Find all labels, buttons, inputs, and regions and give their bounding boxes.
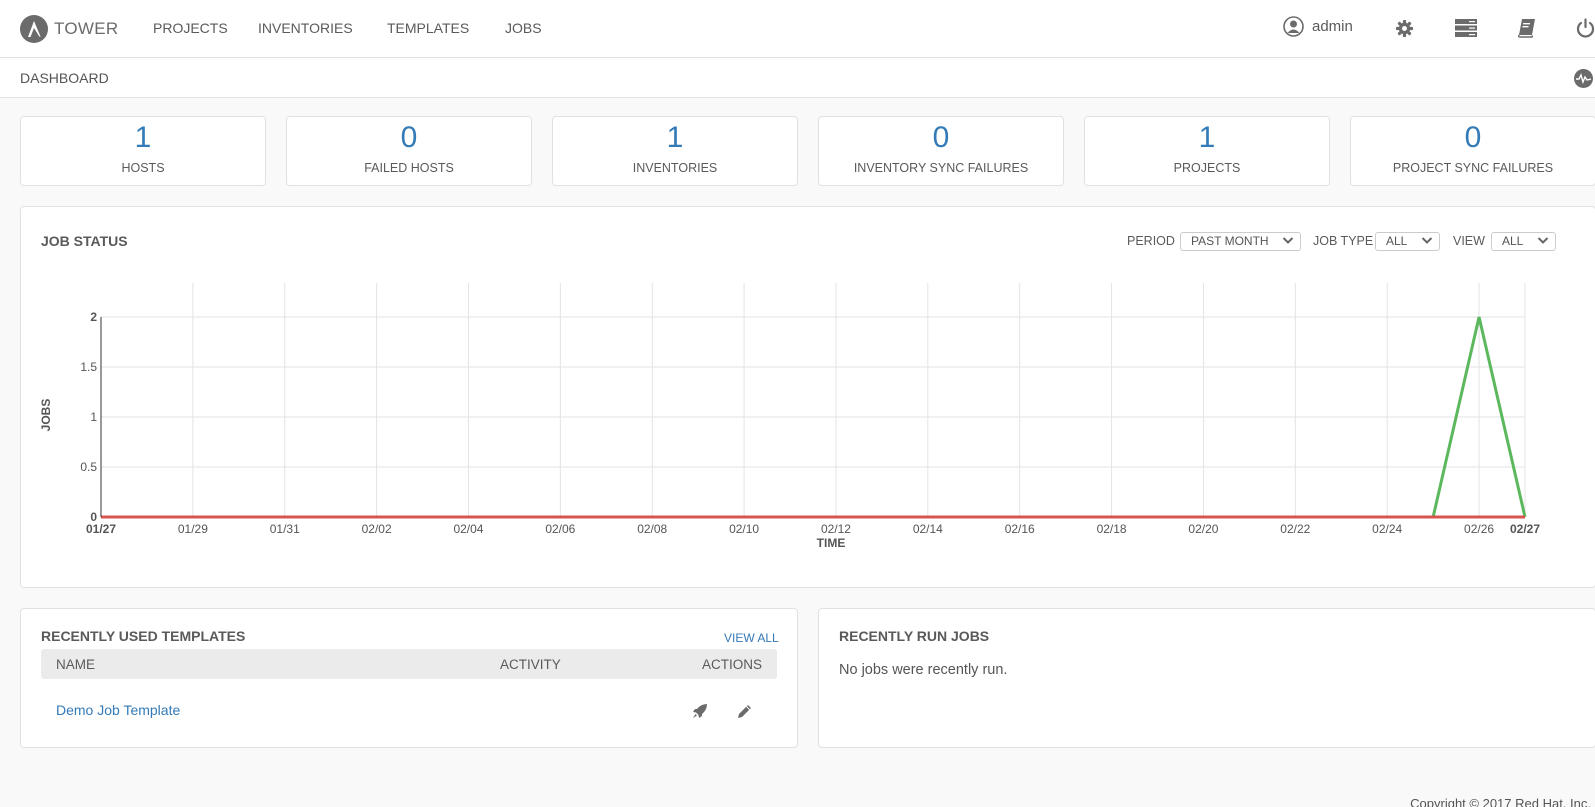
instance-groups-button[interactable] (1455, 19, 1477, 37)
x-tick-label: 02/02 (362, 522, 392, 536)
x-tick-label: 02/08 (637, 522, 667, 536)
view-select[interactable]: ALL (1491, 232, 1556, 251)
count-label: INVENTORY SYNC FAILURES (853, 161, 1029, 175)
x-tick-label: 02/22 (1280, 522, 1310, 536)
chevron-down-icon (1282, 237, 1294, 244)
count-label: HOSTS (121, 161, 165, 175)
edit-pencil-icon[interactable] (737, 704, 752, 719)
x-tick-label: 02/20 (1188, 522, 1218, 536)
job-status-chart: 00.511.5201/27 01/29 01/31 02/02 02/04 02/06 0… (39, 283, 1540, 550)
chart-grid (101, 283, 1526, 518)
x-axis-label: TIME (817, 536, 846, 550)
nav-inventories[interactable]: INVENTORIES (258, 20, 353, 36)
count-value: 1 (1198, 121, 1216, 154)
y-tick-label: 2 (90, 310, 97, 324)
count-value: 0 (400, 121, 418, 154)
period-label: PERIOD (1127, 234, 1175, 248)
launch-rocket-icon[interactable] (692, 703, 708, 719)
brand[interactable]: TOWER (20, 15, 118, 43)
count-label: INVENTORIES (632, 161, 718, 175)
user-circle-icon (1283, 16, 1304, 37)
breadcrumb: DASHBOARD (20, 70, 109, 86)
server-icon (1455, 19, 1477, 37)
period-value: PAST MONTH (1191, 234, 1269, 248)
count-card-projects[interactable]: 1 PROJECTS (1084, 116, 1330, 186)
recent-jobs-empty-message: No jobs were recently run. (839, 662, 1008, 678)
nav-templates[interactable]: TEMPLATES (387, 20, 469, 36)
count-value: 1 (666, 121, 684, 154)
top-navigation: TOWER PROJECTS INVENTORIES TEMPLATES JOB… (0, 0, 1595, 58)
count-label: FAILED HOSTS (364, 161, 454, 175)
x-tick-label: 02/26 (1464, 522, 1494, 536)
template-name-link[interactable]: Demo Job Template (56, 702, 180, 718)
chart-axes: 00.511.5201/27 01/29 01/31 02/02 02/04 02/06 0… (80, 310, 1540, 536)
job-type-label: JOB TYPE (1313, 234, 1374, 248)
x-tick-label: 01/29 (178, 522, 208, 536)
recent-templates-title: RECENTLY USED TEMPLATES (41, 628, 246, 644)
brand-name: TOWER (54, 19, 119, 38)
y-tick-label: 0.5 (80, 460, 97, 474)
period-select[interactable]: PAST MONTH (1180, 232, 1301, 251)
x-tick-label: 02/24 (1372, 522, 1402, 536)
view-all-link[interactable]: VIEW ALL (724, 631, 779, 645)
chevron-down-icon (1537, 237, 1549, 244)
x-tick-label: 02/14 (913, 522, 943, 536)
activity-stream-icon[interactable] (1574, 69, 1593, 88)
column-header-activity: ACTIVITY (500, 657, 561, 672)
view-value: ALL (1502, 234, 1524, 248)
chevron-down-icon (1421, 237, 1433, 244)
count-card-failed-hosts[interactable]: 0 FAILED HOSTS (286, 116, 532, 186)
x-tick-label: 02/16 (1005, 522, 1035, 536)
y-axis-label: JOBS (39, 399, 53, 432)
recent-jobs-title: RECENTLY RUN JOBS (839, 628, 990, 644)
view-label: VIEW (1453, 234, 1485, 248)
count-card-inventories[interactable]: 1 INVENTORIES (552, 116, 798, 186)
documentation-button[interactable] (1517, 18, 1537, 38)
y-tick-label: 1 (90, 410, 97, 424)
count-label: PROJECTS (1173, 161, 1241, 175)
nav-projects[interactable]: PROJECTS (153, 20, 228, 36)
column-header-actions: ACTIONS (701, 657, 762, 672)
job-type-value: ALL (1386, 234, 1408, 248)
count-card-inventory-sync-failures[interactable]: 0 INVENTORY SYNC FAILURES (818, 116, 1064, 186)
x-tick-label: 02/04 (453, 522, 483, 536)
copyright-footer: Copyright © 2017 Red Hat, Inc. (1410, 796, 1591, 807)
breadcrumb-bar: DASHBOARD (0, 58, 1595, 98)
x-tick-label: 02/06 (545, 522, 575, 536)
column-header-name[interactable]: NAME (56, 657, 95, 672)
book-icon (1517, 19, 1535, 38)
settings-button[interactable] (1395, 19, 1414, 38)
count-label: PROJECT SYNC FAILURES (1392, 161, 1554, 175)
ansible-logo-icon (20, 15, 48, 43)
templates-table-header: NAME ACTIVITY ACTIONS (41, 649, 777, 679)
x-tick-label: 02/12 (821, 522, 851, 536)
x-tick-label: 02/18 (1097, 522, 1127, 536)
logout-button[interactable] (1576, 18, 1595, 38)
count-value: 1 (134, 121, 152, 154)
nav-jobs[interactable]: JOBS (505, 20, 542, 36)
gear-icon (1395, 19, 1414, 38)
user-name: admin (1312, 18, 1353, 35)
y-tick-label: 1.5 (80, 360, 97, 374)
count-card-hosts[interactable]: 1 HOSTS (20, 116, 266, 186)
count-value: 0 (932, 121, 950, 154)
x-tick-label: 02/10 (729, 522, 759, 536)
power-icon (1576, 18, 1595, 38)
job-status-title: JOB STATUS (41, 233, 128, 249)
x-tick-label: 01/31 (270, 522, 300, 536)
user-menu[interactable]: admin (1283, 16, 1353, 37)
job-type-select[interactable]: ALL (1375, 232, 1440, 251)
count-value: 0 (1464, 121, 1482, 154)
count-card-project-sync-failures[interactable]: 0 PROJECT SYNC FAILURES (1350, 116, 1595, 186)
x-tick-label: 02/27 (1510, 522, 1540, 536)
x-tick-label: 01/27 (86, 522, 116, 536)
